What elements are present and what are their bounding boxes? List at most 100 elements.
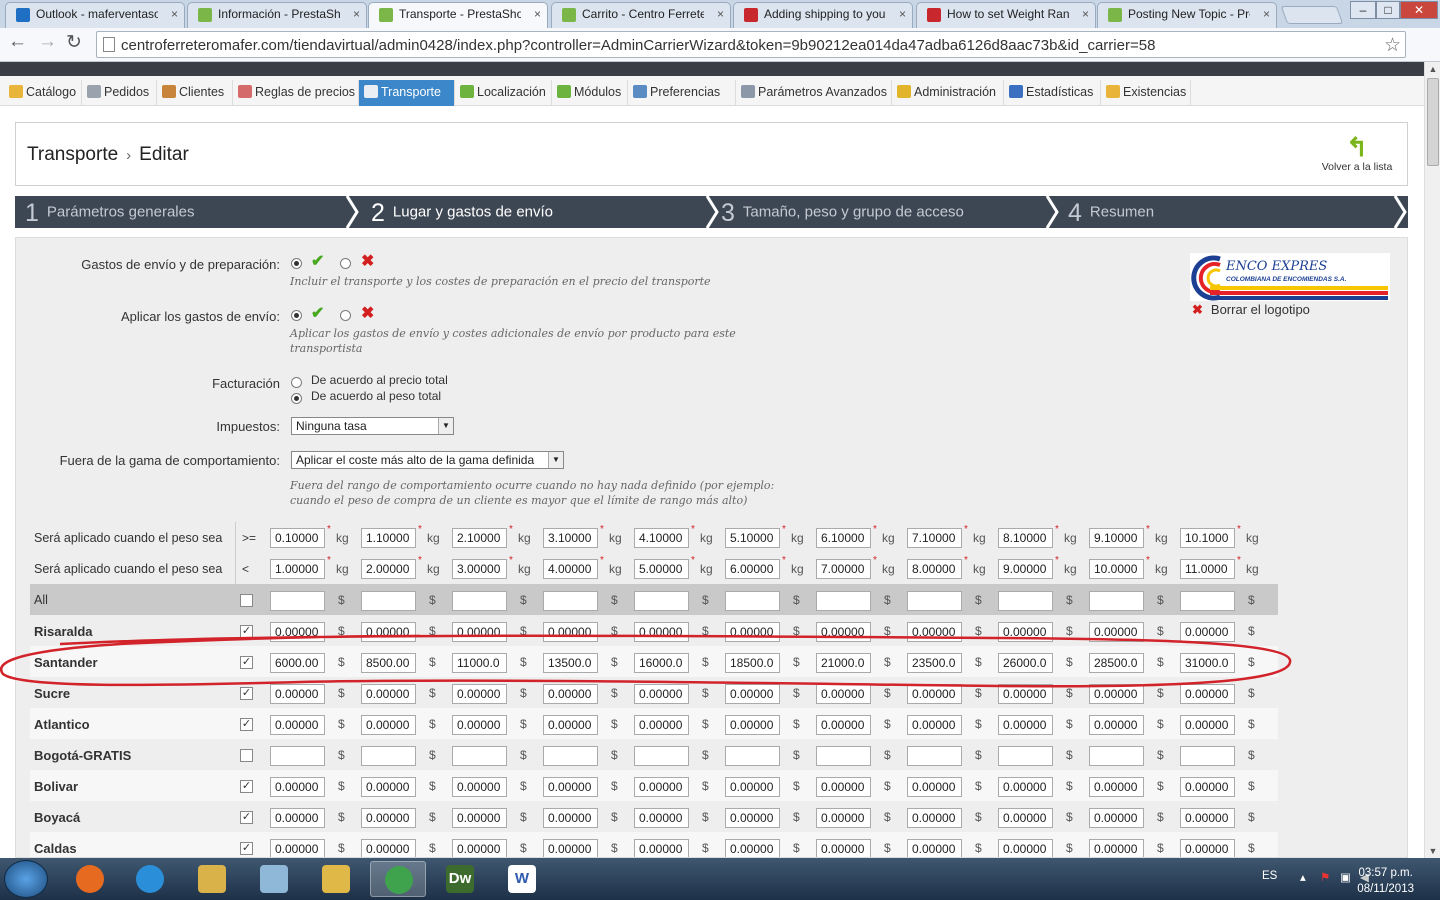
zone-price-input[interactable]: 0.00000: [1089, 777, 1144, 797]
wizard-step-4[interactable]: 4 Resumen: [1068, 196, 1154, 228]
taskbar-ie[interactable]: [122, 861, 178, 897]
zone-price-input[interactable]: 0.00000: [1180, 839, 1235, 857]
taskbar-explorer[interactable]: [184, 861, 240, 897]
apply-shipping-no-radio[interactable]: [340, 310, 351, 321]
zone-price-input[interactable]: [1180, 746, 1235, 766]
zone-checkbox[interactable]: ✓: [240, 718, 253, 731]
wizard-step-1[interactable]: 1 Parámetros generales: [25, 196, 194, 228]
zone-price-input[interactable]: 0.00000: [270, 777, 325, 797]
zone-price-input[interactable]: [452, 591, 507, 611]
zone-price-input[interactable]: 0.00000: [543, 777, 598, 797]
wizard-step-2[interactable]: 2 Lugar y gastos de envío: [371, 196, 553, 228]
close-window-button[interactable]: ✕: [1400, 1, 1438, 19]
taskbar-word[interactable]: W: [494, 861, 550, 897]
zone-price-input[interactable]: 0.00000: [452, 839, 507, 857]
browser-tab[interactable]: Adding shipping to you ×: [733, 2, 913, 28]
breadcrumb-transporte[interactable]: Transporte: [27, 144, 118, 165]
zone-price-input[interactable]: [270, 746, 325, 766]
zone-price-input[interactable]: 0.00000: [452, 715, 507, 735]
action-center-icon[interactable]: ⚑: [1320, 870, 1330, 884]
weight-range-input[interactable]: 10.1000: [1180, 528, 1235, 548]
clock[interactable]: 03:57 p.m. 08/11/2013: [1357, 865, 1414, 897]
zone-price-input[interactable]: 0.00000: [725, 808, 780, 828]
tax-select[interactable]: Ninguna tasa ▼: [291, 417, 454, 435]
menu-item-cart[interactable]: Pedidos: [82, 80, 157, 106]
weight-range-input[interactable]: 11.0000: [1180, 559, 1235, 579]
zone-price-input[interactable]: [907, 746, 962, 766]
zone-checkbox[interactable]: ✓: [240, 811, 253, 824]
menu-item-preferences[interactable]: Preferencias: [628, 80, 736, 106]
zone-price-input[interactable]: [1180, 591, 1235, 611]
apply-shipping-yes-radio[interactable]: [291, 310, 302, 321]
zone-price-input[interactable]: 0.00000: [361, 777, 416, 797]
billing-price-radio[interactable]: [291, 377, 302, 388]
handling-no-radio[interactable]: [340, 258, 351, 269]
menu-item-user[interactable]: Clientes: [157, 80, 233, 106]
menu-item-stock[interactable]: Existencias: [1101, 80, 1191, 106]
zone-price-input[interactable]: [634, 746, 689, 766]
taskbar-dreamweaver[interactable]: Dw: [432, 861, 488, 897]
maximize-button[interactable]: □: [1376, 1, 1400, 19]
zone-price-input[interactable]: 0.00000: [452, 808, 507, 828]
tab-close-icon[interactable]: ×: [1263, 3, 1270, 26]
menu-item-wrench[interactable]: Parámetros Avanzados: [736, 80, 892, 106]
tab-close-icon[interactable]: ×: [353, 3, 360, 26]
zone-price-input[interactable]: 0.00000: [1089, 808, 1144, 828]
zone-price-input[interactable]: [816, 746, 871, 766]
zone-price-input[interactable]: 0.00000: [816, 715, 871, 735]
tab-close-icon[interactable]: ×: [534, 3, 541, 26]
minimize-button[interactable]: –: [1350, 1, 1376, 19]
zone-price-input[interactable]: [270, 591, 325, 611]
zone-price-input[interactable]: [543, 746, 598, 766]
zone-price-input[interactable]: [816, 591, 871, 611]
zone-price-input[interactable]: 0.00000: [816, 808, 871, 828]
page-scrollbar[interactable]: ▲ ▼: [1424, 62, 1440, 858]
network-icon[interactable]: ▣: [1340, 870, 1351, 884]
zone-price-input[interactable]: 0.00000: [725, 715, 780, 735]
browser-tab[interactable]: How to set Weight Rang ×: [916, 2, 1096, 28]
zone-price-input[interactable]: [1089, 746, 1144, 766]
zone-price-input[interactable]: [725, 591, 780, 611]
url-bar[interactable]: centroferreteromafer.com/tiendavirtual/a…: [96, 31, 1406, 58]
zone-price-input[interactable]: 0.00000: [634, 839, 689, 857]
zone-price-input[interactable]: 0.00000: [816, 777, 871, 797]
handling-yes-radio[interactable]: [291, 258, 302, 269]
zone-price-input[interactable]: 0.00000: [725, 839, 780, 857]
reload-icon[interactable]: ↻: [66, 31, 82, 54]
browser-tab[interactable]: Posting New Topic - Pre ×: [1097, 2, 1277, 28]
zone-checkbox[interactable]: [240, 594, 253, 607]
zone-price-input[interactable]: 0.00000: [907, 808, 962, 828]
weight-range-input[interactable]: 6.00000: [725, 559, 780, 579]
new-tab-button[interactable]: [1280, 6, 1344, 24]
zone-price-input[interactable]: 0.00000: [998, 808, 1053, 828]
out-of-range-select[interactable]: Aplicar el coste más alto de la gama def…: [291, 451, 564, 469]
zone-price-input[interactable]: [361, 591, 416, 611]
zone-price-input[interactable]: 0.00000: [1180, 715, 1235, 735]
zone-price-input[interactable]: 0.00000: [634, 808, 689, 828]
tab-close-icon[interactable]: ×: [717, 3, 724, 26]
zone-price-input[interactable]: 0.00000: [361, 839, 416, 857]
weight-range-input[interactable]: 8.10000: [998, 528, 1053, 548]
weight-range-input[interactable]: 5.10000: [725, 528, 780, 548]
menu-item-puzzle[interactable]: Módulos: [552, 80, 628, 106]
back-arrow-icon[interactable]: ←: [8, 31, 27, 53]
weight-range-input[interactable]: 10.0000: [1089, 559, 1144, 579]
bookmark-star-icon[interactable]: ☆: [1384, 34, 1401, 57]
zone-price-input[interactable]: [634, 591, 689, 611]
weight-range-input[interactable]: 1.10000: [361, 528, 416, 548]
zone-price-input[interactable]: 0.00000: [998, 715, 1053, 735]
weight-range-input[interactable]: 7.10000: [907, 528, 962, 548]
menu-item-truck[interactable]: Transporte: [359, 80, 455, 106]
weight-range-input[interactable]: 0.10000: [270, 528, 325, 548]
browser-tab[interactable]: Outlook - maferventaso ×: [5, 2, 185, 28]
zone-checkbox[interactable]: ✓: [240, 842, 253, 855]
browser-tab[interactable]: Transporte - PrestaShop ×: [368, 2, 548, 29]
weight-range-input[interactable]: 3.00000: [452, 559, 507, 579]
weight-range-input[interactable]: 4.00000: [543, 559, 598, 579]
weight-range-input[interactable]: 7.00000: [816, 559, 871, 579]
menu-item-globe[interactable]: Localización: [455, 80, 552, 106]
zone-price-input[interactable]: [998, 591, 1053, 611]
zone-price-input[interactable]: 0.00000: [907, 839, 962, 857]
browser-tab[interactable]: Información - PrestaSho ×: [187, 2, 367, 28]
zone-price-input[interactable]: 0.00000: [543, 839, 598, 857]
